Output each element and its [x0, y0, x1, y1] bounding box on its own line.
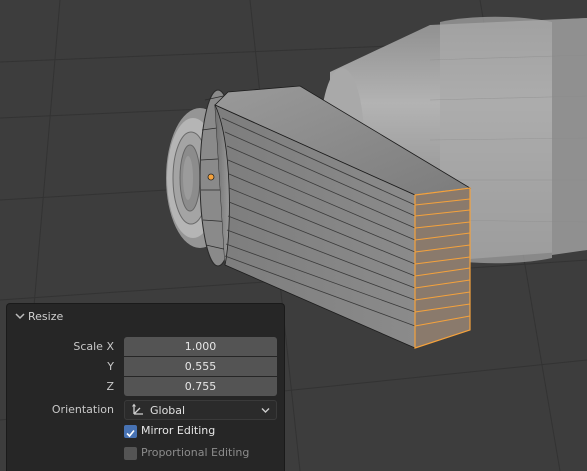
mirror-editing-checkbox[interactable]	[124, 425, 137, 438]
scale-y-field[interactable]: 0.555	[124, 357, 277, 376]
orientation-dropdown[interactable]: Global	[124, 400, 277, 420]
scale-x-field[interactable]: 1.000	[124, 337, 277, 356]
mirror-editing-label[interactable]: Mirror Editing	[141, 424, 215, 437]
orientation-label: Orientation	[51, 403, 114, 416]
orientation-value: Global	[150, 404, 186, 417]
chevron-down-icon[interactable]	[15, 312, 25, 320]
checkmark-icon	[126, 429, 135, 438]
scale-y-label: Y	[107, 360, 114, 373]
scale-z-label: Z	[106, 380, 114, 393]
dropdown-chevron-icon	[261, 408, 270, 413]
object-origin-dot	[207, 173, 215, 181]
resize-operator-panel: Resize Scale X 1.000 Y 0.555 Z 0.755 Ori…	[6, 303, 285, 471]
orientation-axes-icon	[132, 403, 143, 415]
scale-x-label: Scale X	[73, 340, 114, 353]
proportional-editing-checkbox[interactable]	[124, 447, 137, 460]
panel-title: Resize	[28, 310, 64, 323]
scale-z-field[interactable]: 0.755	[124, 377, 277, 396]
panel-header[interactable]: Resize	[7, 304, 284, 330]
proportional-editing-label[interactable]: Proportional Editing	[141, 446, 249, 459]
selected-face[interactable]	[414, 187, 471, 349]
